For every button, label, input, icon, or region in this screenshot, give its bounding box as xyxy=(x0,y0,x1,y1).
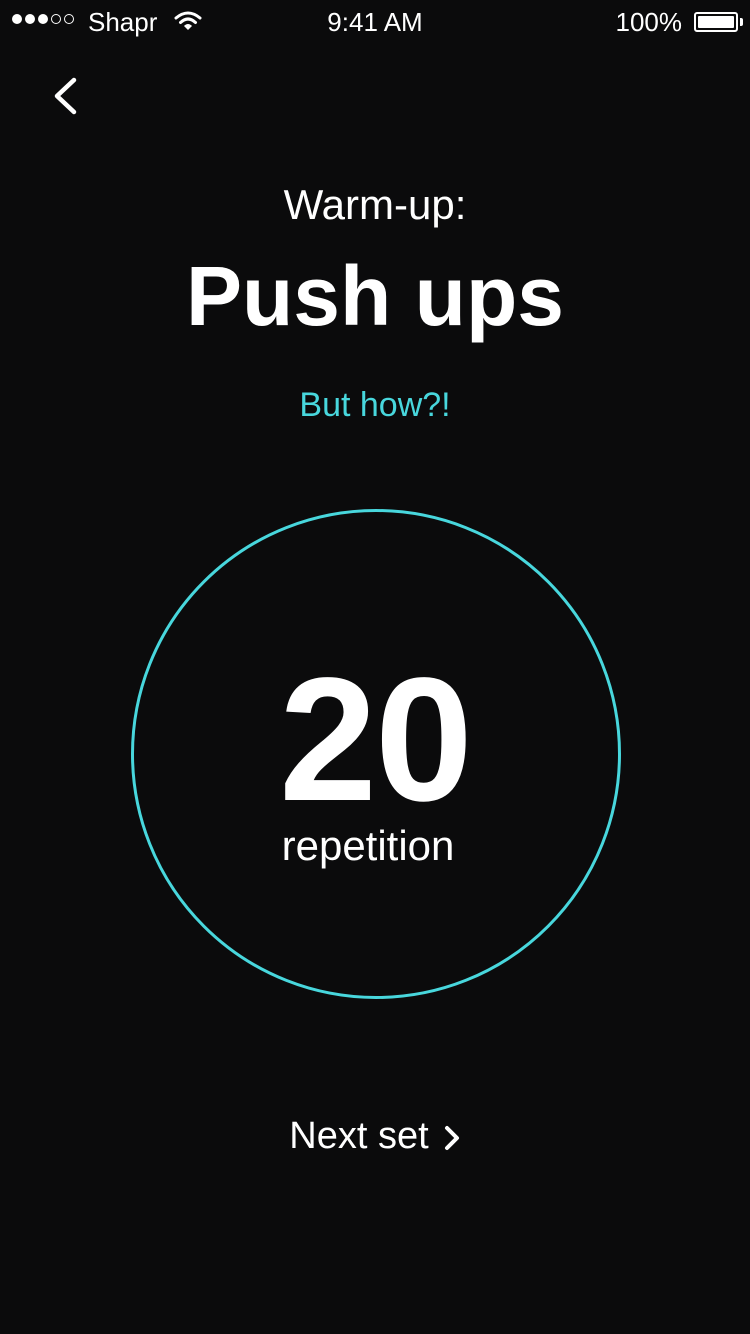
repetition-label: repetition xyxy=(281,822,455,869)
status-bar: Shapr 9:41 AM 100% xyxy=(0,0,750,44)
battery-icon xyxy=(694,12,738,32)
battery-percentage: 100% xyxy=(615,7,683,37)
repetition-count: 20 xyxy=(279,642,473,838)
next-set-label: Next set xyxy=(289,1115,429,1157)
next-set-button[interactable]: Next set xyxy=(0,1108,750,1164)
battery-level xyxy=(698,16,734,28)
chevron-right-icon xyxy=(444,1126,459,1150)
exercise-title: Push ups xyxy=(185,249,565,343)
how-to-link[interactable]: But how?! xyxy=(0,384,750,426)
chevron-left-icon xyxy=(54,77,77,115)
back-button[interactable] xyxy=(36,66,96,126)
exercise-phase: Warm-up: xyxy=(283,181,467,228)
battery-tip xyxy=(740,18,743,26)
